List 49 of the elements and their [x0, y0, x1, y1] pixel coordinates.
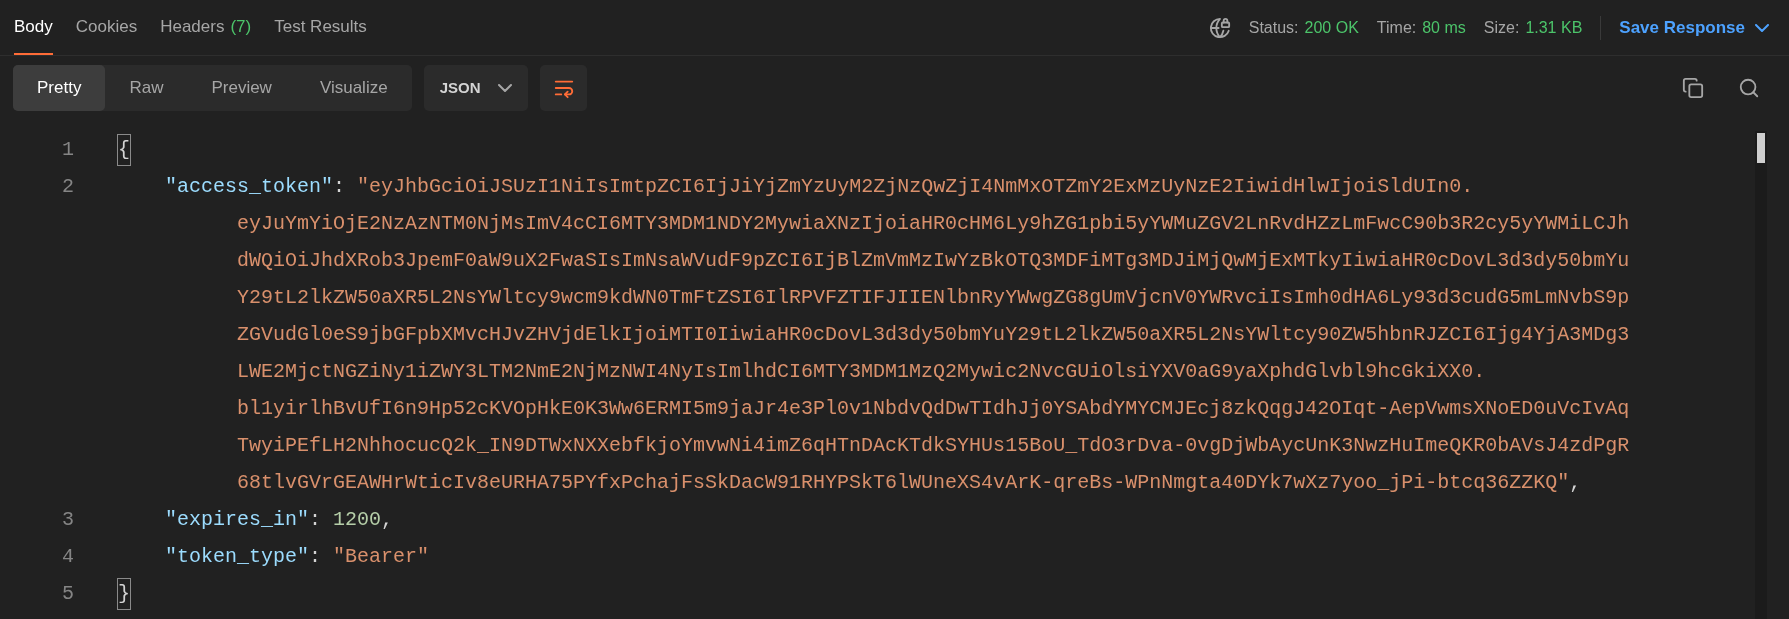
- json-string: Y29tL2lkZW50aXR5L2NsYWltcy9wcm9kdWN0TmFtZSI6IlRPVFZTIFJIIENlbnRyYWwgZG8gUmVjcnV0YWRvciIsImh0dHA6Ly93d3cudG5mLmNvbS9p: [237, 284, 1630, 311]
- info-label: Time:: [1376, 17, 1417, 38]
- json-bracket: {: [117, 133, 131, 166]
- json-punctuation: ,: [381, 506, 394, 533]
- json-string: LWE2MjctNGZiNy1iZWY3LTM2NmE2NjMzNWI4NyIsImlhdCI6MTY3MDM1MzQ2Mywic2NvcGUiOlsiYXV0aG9yaXphdGlvbl9hcGkiXX0.: [237, 358, 1486, 385]
- globe-lock-icon[interactable]: [1208, 16, 1231, 39]
- scrollbar[interactable]: [1755, 131, 1767, 619]
- json-string: dWQiOiJhdXRob3JpemF0aW9uX2FwaSIsImNsaWVudF9pZCI6IjBlZmVmMzIwYzBkOTQ3MDFiMTg3MDJiMjQwMjExMTkyIiwiaHR0cDovL3d3dy50bmYu: [237, 247, 1630, 274]
- json-punctuation: ,: [1569, 469, 1582, 496]
- info-label: Status:: [1248, 17, 1299, 38]
- json-key: "access_token": [165, 171, 334, 202]
- json-punctuation: :: [333, 173, 347, 200]
- response-tab[interactable]: Test Results: [274, 0, 367, 55]
- json-string: "eyJhbGciOiJSUzI1NiIsImtpZCI6IjJiYjZmYzUyM2ZjNzQwZjI4NmMxOTZmY2ExMzUyNzE2IiwidHlwIjoiSldUIn0.: [357, 173, 1474, 200]
- search-icon[interactable]: [1738, 77, 1760, 99]
- json-string: ZGVudGl0eS9jbGFpbXMvcHJvZHVjdElkIjoiMTI0IiwiaHR0cDovL3d3dy50bmYuY29tL2lkZW50aXR5L2NsYWltcy90ZW5hbnRJZCI6Ijg4YjA3MDg3: [237, 321, 1630, 348]
- line-number: 1: [62, 137, 74, 161]
- response-tab[interactable]: Headers (7): [160, 0, 252, 55]
- info-value: 200 OK: [1304, 17, 1359, 38]
- json-bracket: }: [117, 577, 131, 610]
- view-mode-tab[interactable]: Raw: [105, 65, 188, 111]
- info-label: Size:: [1483, 17, 1520, 38]
- info-value: 1.31 KB: [1525, 17, 1583, 38]
- view-mode-tab[interactable]: Pretty: [13, 65, 106, 111]
- json-punctuation: :: [309, 506, 323, 533]
- response-tab[interactable]: Body: [14, 0, 53, 55]
- json-string: eyJuYmYiOjE2NzAzNTM0NjMsImV4cCI6MTY3MDM1NDY2MywiaXNzIjoiaHR0cHM6Ly9hZG1pbi5yYWMuZGV2LnRvdHZzLmFwcC90b3R2cy5yYWMiLCJh: [237, 210, 1630, 237]
- save-response-button[interactable]: Save Response: [1619, 14, 1775, 41]
- json-string: 68tlvGVrGEAWHrWticIv8eURHA75PYfxPchajFsSkDacW91RHYPSkT6lWUneXS4vArK-qreBs-WPnNmgta40DYk7wXz7yoo_jPi-btcq36ZZKQ": [237, 469, 1570, 496]
- json-string: bl1yirlhBvUfI6n9Hp52cKVOpHkE0K3Ww6ERMI5m9jaJr4e3Pl0v1NbdvQdDwTIdhJj0YSAbdYMYCMJEcj8zkQqgJ42OIqt-AepVwmsXNoED0uVcIvAq: [237, 395, 1630, 422]
- response-tab[interactable]: Cookies: [75, 0, 138, 55]
- chevron-down-icon: [1755, 23, 1769, 32]
- json-key: "token_type": [165, 541, 310, 572]
- copy-icon[interactable]: [1682, 77, 1704, 99]
- info-value: 80 ms: [1422, 17, 1466, 38]
- json-key: "expires_in": [165, 504, 310, 535]
- json-punctuation: :: [309, 543, 323, 570]
- view-mode-tab[interactable]: Preview: [187, 65, 296, 111]
- format-dropdown[interactable]: JSON: [423, 65, 529, 111]
- line-number: 4: [62, 544, 74, 568]
- line-number: 3: [62, 507, 74, 531]
- wrap-lines-button[interactable]: [540, 65, 588, 111]
- chevron-down-icon: [498, 84, 513, 92]
- json-string: "Bearer": [333, 543, 430, 570]
- view-mode-tab[interactable]: Visualize: [295, 65, 412, 111]
- json-string: TwyiPEfLH2NhhocucQ2k_IN9DTWxNXXebfkjoYmvwNi4imZ6qHTnDAcKTdkSYHUs15BoU_TdO3rDva-0vgDjWbAycUnK3NwzHuImeQKR0bAVsJ4zdPgR: [237, 432, 1630, 459]
- json-number: 1200: [333, 506, 382, 533]
- line-number: 2: [62, 174, 74, 198]
- line-number: 5: [62, 581, 74, 605]
